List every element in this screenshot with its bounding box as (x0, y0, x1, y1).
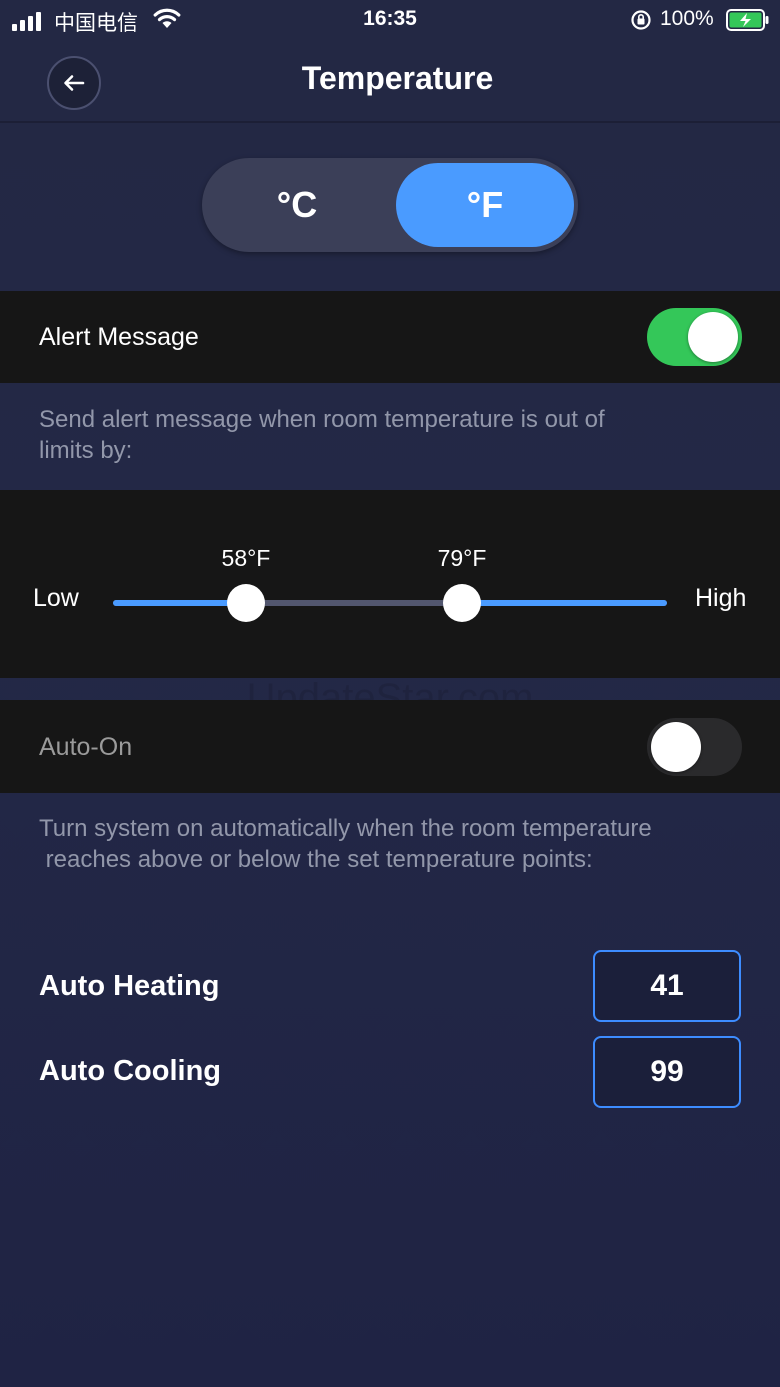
alert-message-label: Alert Message (39, 323, 199, 351)
slider-low-thumb[interactable] (226, 584, 265, 622)
page-title: Temperature (301, 60, 494, 96)
slider-high-label: High (695, 584, 747, 612)
slider-fill-high (462, 600, 667, 606)
auto-on-label: Auto-On (39, 733, 133, 761)
toggle-knob (651, 722, 701, 772)
slider-high-thumb[interactable] (443, 584, 482, 622)
alert-message-toggle[interactable] (647, 308, 742, 366)
auto-on-row: Auto-On (0, 700, 780, 793)
battery-charging-icon (726, 9, 769, 31)
unit-segmented-control: °C °F (202, 158, 578, 252)
auto-heating-label: Auto Heating (39, 970, 220, 1002)
slider-high-value: 79°F (437, 545, 487, 571)
auto-on-toggle[interactable] (647, 718, 742, 776)
auto-cooling-label: Auto Cooling (39, 1055, 222, 1087)
rotation-lock-icon (631, 10, 651, 30)
temperature-range-row: Low High 58°F 79°F (0, 490, 780, 678)
alert-description: Send alert message when room temperature… (39, 406, 605, 464)
celsius-option[interactable]: °C (202, 158, 392, 252)
battery-percentage: 100% (660, 7, 714, 30)
fahrenheit-option[interactable]: °F (396, 163, 574, 247)
auto-on-description: Turn system on automatically when the ro… (39, 815, 652, 873)
temperature-range-slider[interactable]: 58°F 79°F (113, 545, 667, 622)
alert-message-row: Alert Message (0, 291, 780, 383)
status-bar: 中国电信 16:35 100% (0, 0, 780, 40)
auto-cooling-input[interactable]: 99 (593, 1036, 741, 1108)
slider-low-value: 58°F (221, 545, 271, 571)
toggle-knob (688, 312, 738, 362)
auto-heating-input[interactable]: 41 (593, 950, 741, 1022)
header-divider (0, 121, 780, 123)
slider-low-label: Low (33, 584, 79, 612)
